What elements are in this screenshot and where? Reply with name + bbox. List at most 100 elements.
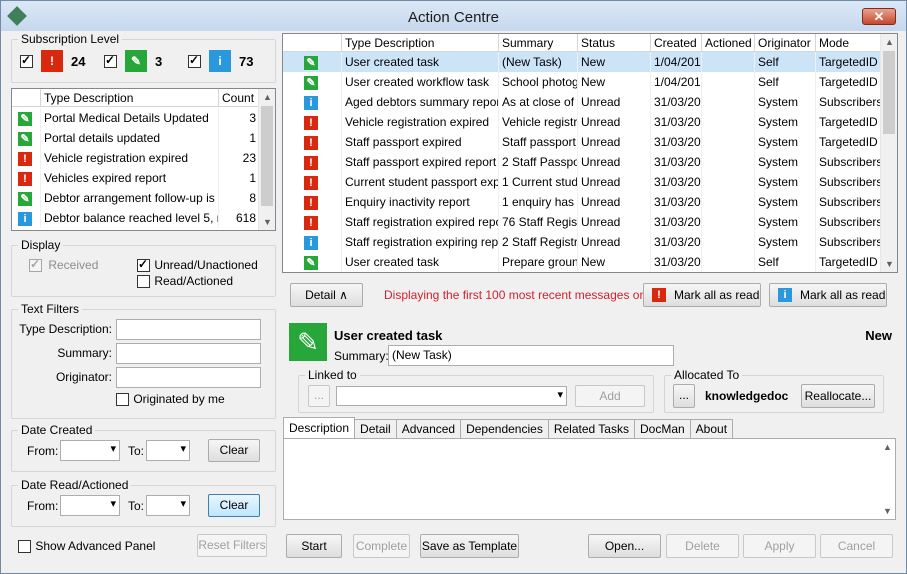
created-from-select[interactable]: [60, 440, 120, 461]
cancel-button[interactable]: Cancel: [820, 534, 893, 558]
detail-summary-input[interactable]: (New Task): [388, 345, 674, 366]
originated-by-me-checkbox[interactable]: [116, 393, 129, 407]
read-checkbox[interactable]: [137, 275, 150, 289]
linked-to-browse-button[interactable]: ...: [308, 385, 330, 407]
messages-scrollbar[interactable]: ▲ ▼: [880, 34, 897, 272]
subscription-checkbox[interactable]: [188, 53, 201, 68]
message-row[interactable]: i Staff registration expiring report 2 Sta…: [283, 232, 882, 252]
read-to-select[interactable]: [146, 495, 190, 516]
start-button[interactable]: Start: [286, 534, 342, 558]
mark-all-read-alerts-button[interactable]: ! Mark all as read: [643, 283, 761, 307]
open-button[interactable]: Open...: [588, 534, 661, 558]
subscription-level-0: ! 24: [20, 50, 91, 72]
add-link-button[interactable]: Add: [575, 385, 645, 407]
count-col-header[interactable]: Count: [219, 89, 260, 106]
type-row[interactable]: ! Vehicles expired report 1: [12, 168, 260, 188]
col-status[interactable]: Status: [578, 34, 651, 51]
tab-related-tasks[interactable]: Related Tasks: [547, 419, 635, 438]
tab-advanced[interactable]: Advanced: [395, 419, 462, 438]
message-row[interactable]: ! Staff passport expired report 2 Staff Pa…: [283, 152, 882, 172]
message-row[interactable]: ✎ User created task (New Task) New 1/04/201 S…: [283, 52, 882, 72]
clear-read-button[interactable]: Clear: [208, 494, 260, 517]
scroll-thumb[interactable]: [261, 106, 273, 206]
read-option[interactable]: Read/Actioned: [137, 274, 233, 289]
unread-checkbox[interactable]: [137, 257, 150, 273]
tab-detail[interactable]: Detail: [354, 419, 397, 438]
read-from-select[interactable]: [60, 495, 120, 516]
mark-all-read-info-button[interactable]: i Mark all as read: [769, 283, 887, 307]
unread-option[interactable]: Unread/Unactioned: [137, 257, 258, 273]
type-col-header[interactable]: Type Description: [41, 89, 219, 106]
tab-docman[interactable]: DocMan: [633, 419, 691, 438]
mark-all-read-alerts-label: Mark all as read: [674, 288, 760, 302]
summary-filter-input[interactable]: [116, 343, 261, 364]
complete-button[interactable]: Complete: [353, 534, 410, 558]
col-mode[interactable]: Mode: [816, 34, 882, 51]
show-advanced-option[interactable]: Show Advanced Panel: [18, 539, 155, 554]
window-title: Action Centre: [408, 9, 499, 26]
scroll-down-icon[interactable]: ▼: [880, 503, 895, 519]
save-as-template-button[interactable]: Save as Template: [420, 534, 519, 558]
subscription-checkbox[interactable]: [104, 53, 117, 68]
allocate-browse-button[interactable]: ...: [673, 384, 695, 408]
scroll-up-icon[interactable]: ▲: [259, 89, 275, 105]
message-status-cell: New: [578, 252, 651, 272]
type-description-cell: Debtor balance reached level 5, no a: [41, 208, 219, 228]
tab-description[interactable]: Description: [283, 417, 356, 438]
description-textarea[interactable]: [288, 442, 878, 516]
col-type-description[interactable]: Type Description: [342, 34, 499, 51]
type-table-scrollbar[interactable]: ▲ ▼: [258, 89, 275, 230]
type-row[interactable]: ✎ Portal details updated 1: [12, 128, 260, 148]
message-row[interactable]: i Aged debtors summary report As at close …: [283, 92, 882, 112]
scroll-down-icon[interactable]: ▼: [881, 256, 897, 272]
close-button[interactable]: ✕: [862, 8, 896, 25]
message-type-cell: User created task: [342, 252, 499, 272]
show-advanced-checkbox[interactable]: [18, 540, 31, 554]
delete-button[interactable]: Delete: [666, 534, 739, 558]
scroll-thumb[interactable]: [883, 51, 895, 134]
message-row[interactable]: ! Vehicle registration expired Vehicle reg…: [283, 112, 882, 132]
exclamation-icon: !: [304, 196, 318, 210]
col-actioned[interactable]: Actioned: [702, 34, 755, 51]
type-row[interactable]: ! Vehicle registration expired 23: [12, 148, 260, 168]
info-icon: i: [304, 236, 318, 250]
clear-created-button[interactable]: Clear: [208, 439, 260, 462]
reallocate-button[interactable]: Reallocate...: [801, 384, 875, 408]
detail-toggle-button[interactable]: Detail ∧: [290, 283, 363, 307]
message-status-cell: New: [578, 52, 651, 72]
scroll-up-icon[interactable]: ▲: [881, 34, 897, 50]
message-row[interactable]: ! Staff passport expired Staff passport eU…: [283, 132, 882, 152]
type-description-input[interactable]: [116, 319, 261, 340]
message-row[interactable]: ✎ User created task Prepare ground New 31/03…: [283, 252, 882, 272]
message-row[interactable]: ✎ User created workflow task School photog…: [283, 72, 882, 92]
originated-by-me-option[interactable]: Originated by me: [116, 392, 225, 407]
col-originator[interactable]: Originator: [755, 34, 816, 51]
message-type-cell: Staff passport expired report: [342, 152, 499, 172]
created-to-select[interactable]: [146, 440, 190, 461]
col-summary[interactable]: Summary: [499, 34, 578, 51]
exclamation-icon: !: [304, 136, 318, 150]
info-icon: i: [18, 212, 32, 226]
col-created[interactable]: Created: [651, 34, 702, 51]
apply-button[interactable]: Apply: [743, 534, 816, 558]
tab-about[interactable]: About: [689, 419, 734, 438]
subscription-checkbox[interactable]: [20, 53, 33, 68]
tab-dependencies[interactable]: Dependencies: [460, 419, 549, 438]
message-actioned-cell: [702, 232, 755, 252]
exclamation-icon: !: [304, 156, 318, 170]
linked-to-select[interactable]: [336, 386, 567, 406]
message-actioned-cell: [702, 112, 755, 132]
allocated-to-group: Allocated To ... knowledgedoc Reallocate…: [664, 368, 884, 413]
type-row[interactable]: i Debtor balance reached level 5, no a618: [12, 208, 260, 228]
reset-filters-button[interactable]: Reset Filters: [197, 534, 267, 557]
type-row[interactable]: ✎ Debtor arrangement follow-up is ove 8: [12, 188, 260, 208]
type-row[interactable]: ✎ Portal Medical Details Updated 3: [12, 108, 260, 128]
message-row[interactable]: ! Enquiry inactivity report 1 enquiry has …: [283, 192, 882, 212]
scroll-down-icon[interactable]: ▼: [259, 214, 275, 230]
originator-input[interactable]: [116, 367, 261, 388]
message-row[interactable]: ! Current student passport expire 1 Curren…: [283, 172, 882, 192]
scroll-up-icon[interactable]: ▲: [880, 439, 895, 455]
message-created-cell: 31/03/20: [651, 152, 702, 172]
description-scrollbar[interactable]: ▲ ▼: [880, 439, 895, 519]
message-row[interactable]: ! Staff registration expired report 76 Sta…: [283, 212, 882, 232]
